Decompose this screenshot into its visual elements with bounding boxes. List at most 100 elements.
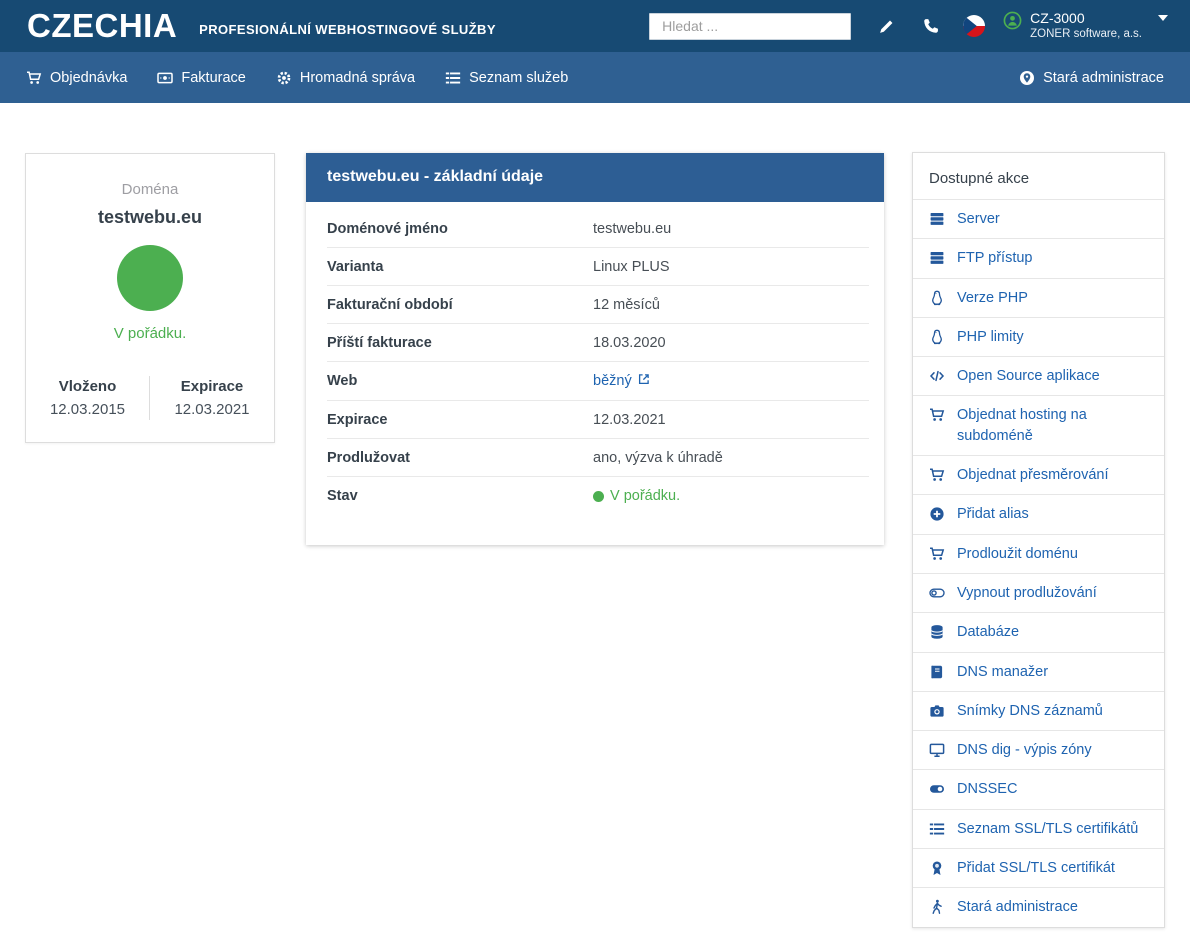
external-link-icon [637,372,651,390]
penguin-icon [929,329,946,345]
action-item-ftp-pristup[interactable]: FTP přístup [913,238,1164,277]
globe-pin-icon [1019,70,1035,86]
detail-value: 18.03.2020 [593,335,869,351]
inserted-date-block: Vloženo 12.03.2015 [26,376,150,420]
detail-row-prodluzovat: Prodlužovatano, výzva k úhradě [327,439,869,477]
action-item-label: Seznam SSL/TLS certifikátů [957,819,1138,839]
action-item-dnssec[interactable]: DNSSEC [913,769,1164,808]
cart-icon [929,546,946,562]
nav-item-label: Stará administrace [1043,70,1164,86]
action-item-label: PHP limity [957,327,1024,347]
detail-row-domenove-jmeno: Doménové jménotestwebu.eu [327,210,869,248]
detail-label: Příští fakturace [327,335,593,351]
toggle-on-icon [929,781,946,797]
detail-value: testwebu.eu [593,221,869,237]
status-circle-indicator [117,245,183,311]
action-item-seznam-ssl-tls-certifikatu[interactable]: Seznam SSL/TLS certifikátů [913,809,1164,848]
domain-card-label: Doména [26,181,274,198]
action-item-prodlouzit-domenu[interactable]: Prodloužit doménu [913,534,1164,573]
expiry-date: 12.03.2021 [150,401,274,418]
available-actions-panel: Dostupné akce Server FTP přístup Verze PHP… [912,152,1165,928]
nav-item-label: Seznam služeb [469,70,568,86]
action-item-pridat-alias[interactable]: Přidat alias [913,494,1164,533]
page: CZECHIA PROFESIONÁLNÍ WEBHOSTINGOVÉ SLUŽ… [0,0,1190,945]
action-item-label: Objednat hosting na subdoméně [957,405,1150,446]
detail-row-expirace: Expirace12.03.2021 [327,401,869,439]
plus-circle-icon [929,506,946,522]
action-item-databaze[interactable]: Databáze [913,612,1164,651]
server-icon [929,211,946,227]
detail-label: Doménové jméno [327,221,593,237]
actions-panel-title: Dostupné akce [913,153,1164,199]
action-item-label: Stará administrace [957,897,1078,917]
code-icon [929,368,946,384]
penguin-icon [929,290,946,306]
action-item-server[interactable]: Server [913,199,1164,238]
inserted-date: 12.03.2015 [26,401,149,418]
detail-rows: Doménové jménotestwebu.euVariantaLinux P… [306,202,884,545]
gear-icon [276,70,292,86]
award-icon [929,860,946,876]
action-item-pridat-ssl-tls-certifikat[interactable]: Přidat SSL/TLS certifikát [913,848,1164,887]
phone-icon[interactable] [921,17,939,35]
nav-item-hromadna-sprava[interactable]: Hromadná správa [276,70,415,86]
action-item-label: FTP přístup [957,248,1032,268]
domain-details-panel: testwebu.eu - základní údaje Doménové jm… [306,153,884,545]
detail-value: 12 měsíců [593,297,869,313]
detail-label: Prodlužovat [327,450,593,466]
nav-item-fakturace[interactable]: Fakturace [157,70,245,86]
action-item-stara-administrace[interactable]: Stará administrace [913,887,1164,926]
book-icon [929,664,946,680]
status-dot [593,491,604,502]
domain-dates: Vloženo 12.03.2015 Expirace 12.03.2021 [26,364,274,442]
detail-value: ano, výzva k úhradě [593,450,869,466]
action-item-objednat-presmerovani[interactable]: Objednat přesměrování [913,455,1164,494]
action-item-label: Přidat alias [957,504,1029,524]
detail-label: Stav [327,488,593,504]
action-item-label: Přidat SSL/TLS certifikát [957,858,1115,878]
account-text: CZ-3000 ZONER software, a.s. [1030,10,1142,41]
action-item-label: DNS manažer [957,662,1048,682]
action-item-vypnout-prodluzovani[interactable]: Vypnout prodlužování [913,573,1164,612]
detail-value: Linux PLUS [593,259,869,275]
cart-icon [929,407,946,423]
web-type-link[interactable]: běžný [593,372,651,390]
action-item-verze-php[interactable]: Verze PHP [913,278,1164,317]
action-item-open-source-aplikace[interactable]: Open Source aplikace [913,356,1164,395]
action-item-dns-manazer[interactable]: DNS manažer [913,652,1164,691]
czech-flag-icon[interactable] [963,15,985,37]
nav-item-label: Fakturace [181,70,245,86]
chevron-down-icon[interactable] [1158,15,1168,21]
list-icon [929,821,946,837]
account-menu[interactable]: CZ-3000 ZONER software, a.s. [1003,10,1168,41]
detail-label: Web [327,373,593,389]
action-item-objednat-hosting-na-subdomene[interactable]: Objednat hosting na subdoméně [913,395,1164,455]
camera-icon [929,703,946,719]
toggle-off-icon [929,585,946,601]
nav-item-label: Hromadná správa [300,70,415,86]
nav-item-objednavka[interactable]: Objednávka [26,70,127,86]
user-circle-icon [1003,11,1022,30]
action-item-label: Prodloužit doménu [957,544,1078,564]
action-item-label: Server [957,209,1000,229]
detail-row-fakturacni-obdobi: Fakturační období12 měsíců [327,286,869,324]
domain-summary-card: Doména testwebu.eu V pořádku. Vloženo 12… [25,153,275,443]
action-item-label: Vypnout prodlužování [957,583,1097,603]
action-item-dns-dig-vypis-zony[interactable]: DNS dig - výpis zóny [913,730,1164,769]
nav-left-items: Objednávka Fakturace Hromadná správa Seznam… [26,70,598,86]
action-item-label: DNSSEC [957,779,1017,799]
action-items: Server FTP přístup Verze PHP PHP limity Open… [913,199,1164,927]
nav-item-seznam-sluzeb[interactable]: Seznam služeb [445,70,568,86]
nav-item-stara-administrace[interactable]: Stará administrace [1019,70,1164,86]
expiry-date-block: Expirace 12.03.2021 [150,376,274,420]
action-item-snimky-dns-zaznamu[interactable]: Snímky DNS záznamů [913,691,1164,730]
detail-label: Expirace [327,412,593,428]
detail-label: Fakturační období [327,297,593,313]
search-input[interactable] [649,13,851,40]
action-item-label: Snímky DNS záznamů [957,701,1103,721]
top-header: CZECHIA PROFESIONÁLNÍ WEBHOSTINGOVÉ SLUŽ… [0,0,1190,52]
action-item-php-limity[interactable]: PHP limity [913,317,1164,356]
brand-logo: CZECHIA [27,7,177,45]
pencil-icon[interactable] [877,17,895,35]
walking-icon [929,899,946,915]
